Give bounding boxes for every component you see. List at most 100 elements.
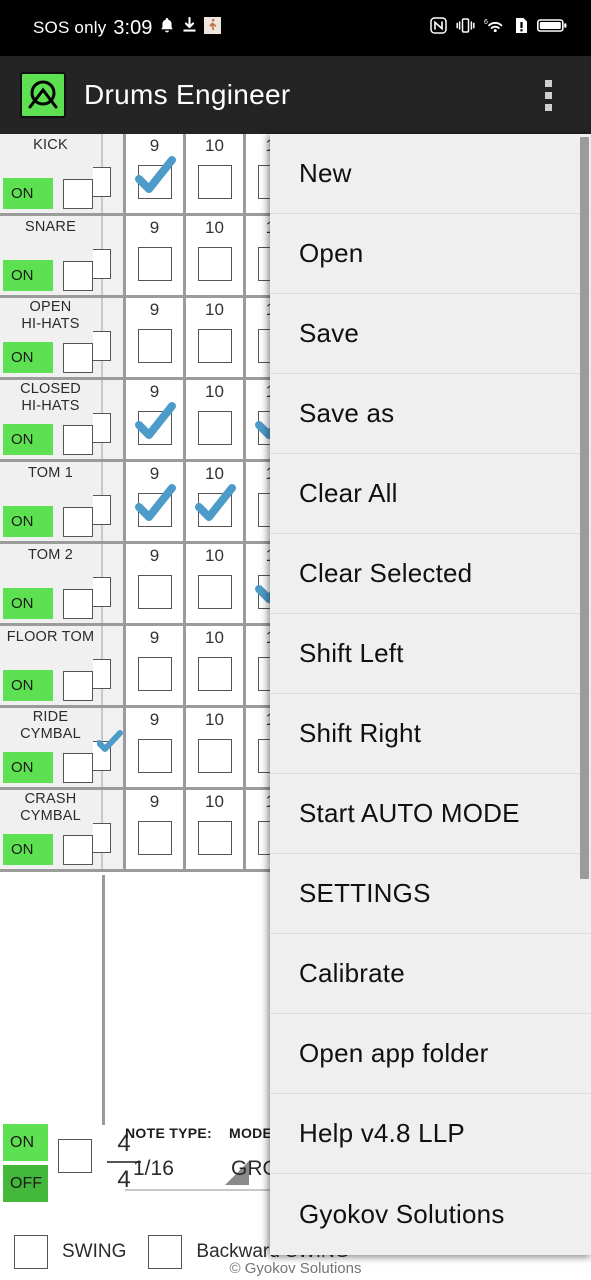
step-cell[interactable]: 9 bbox=[126, 134, 186, 213]
step-cell[interactable]: 10 bbox=[186, 134, 246, 213]
step-cell[interactable]: 10 bbox=[186, 544, 246, 623]
instrument-on-toggle[interactable]: ON bbox=[3, 834, 53, 865]
overflow-menu-icon[interactable] bbox=[535, 74, 561, 116]
step-checkbox[interactable] bbox=[197, 329, 232, 363]
step-checkbox[interactable] bbox=[197, 821, 232, 855]
menu-item-calibrate[interactable]: Calibrate bbox=[270, 934, 591, 1014]
step-cell[interactable]: 10 bbox=[186, 626, 246, 705]
instrument-on-toggle[interactable]: ON bbox=[3, 424, 53, 455]
step-cell-partial[interactable] bbox=[93, 216, 126, 295]
step-checkbox[interactable] bbox=[134, 402, 176, 445]
step-checkbox[interactable] bbox=[194, 484, 236, 527]
step-checkbox-partial[interactable] bbox=[93, 823, 111, 853]
step-checkbox[interactable] bbox=[137, 821, 172, 855]
step-checkbox[interactable] bbox=[137, 739, 172, 773]
step-checkbox[interactable] bbox=[134, 156, 176, 199]
instrument-select-checkbox[interactable] bbox=[63, 342, 93, 373]
step-cell[interactable]: 10 bbox=[186, 380, 246, 459]
step-cell[interactable]: 10 bbox=[186, 216, 246, 295]
instrument-select-checkbox[interactable] bbox=[63, 588, 93, 619]
step-cell[interactable]: 9 bbox=[126, 380, 186, 459]
step-cell-partial[interactable] bbox=[93, 790, 126, 869]
menu-item-clear-all[interactable]: Clear All bbox=[270, 454, 591, 534]
step-cell[interactable]: 9 bbox=[126, 298, 186, 377]
step-cell-partial[interactable] bbox=[93, 134, 126, 213]
menu-item-clear-selected[interactable]: Clear Selected bbox=[270, 534, 591, 614]
step-checkbox-partial[interactable] bbox=[93, 659, 111, 689]
instrument-select-checkbox[interactable] bbox=[63, 424, 93, 455]
step-cell[interactable]: 9 bbox=[126, 708, 186, 787]
step-cell-partial[interactable] bbox=[93, 380, 126, 459]
nfc-icon bbox=[430, 17, 447, 39]
menu-item-save[interactable]: Save bbox=[270, 294, 591, 374]
step-cell[interactable]: 10 bbox=[186, 462, 246, 541]
step-checkbox[interactable] bbox=[197, 657, 232, 691]
instrument-on-toggle[interactable]: ON bbox=[3, 178, 53, 209]
step-cell-partial[interactable] bbox=[93, 708, 126, 787]
step-checkbox-partial[interactable] bbox=[93, 413, 111, 443]
metronome-checkbox[interactable] bbox=[58, 1139, 92, 1173]
instrument-name: RIDE CYMBAL bbox=[20, 709, 81, 742]
step-checkbox[interactable] bbox=[137, 657, 172, 691]
step-cell-partial[interactable] bbox=[93, 298, 126, 377]
step-number: 10 bbox=[205, 546, 224, 565]
instrument-select-checkbox[interactable] bbox=[63, 506, 93, 537]
instrument-on-toggle[interactable]: ON bbox=[3, 670, 53, 701]
menu-item-open-app-folder[interactable]: Open app folder bbox=[270, 1014, 591, 1094]
step-cell[interactable]: 9 bbox=[126, 216, 186, 295]
instrument-select-checkbox[interactable] bbox=[63, 260, 93, 291]
instrument-on-toggle[interactable]: ON bbox=[3, 588, 53, 619]
step-checkbox[interactable] bbox=[197, 165, 232, 199]
menu-item-save-as[interactable]: Save as bbox=[270, 374, 591, 454]
step-cell[interactable]: 9 bbox=[126, 790, 186, 869]
instrument-on-toggle[interactable]: ON bbox=[3, 260, 53, 291]
step-checkbox[interactable] bbox=[197, 575, 232, 609]
instrument-select-checkbox[interactable] bbox=[63, 670, 93, 701]
instrument-name: FLOOR TOM bbox=[6, 629, 95, 645]
overflow-menu-scrollbar[interactable] bbox=[580, 137, 589, 879]
instrument-on-toggle[interactable]: ON bbox=[3, 752, 53, 783]
step-checkbox-partial[interactable] bbox=[93, 249, 111, 279]
notification-bell-icon bbox=[159, 17, 175, 40]
menu-item-settings[interactable]: SETTINGS bbox=[270, 854, 591, 934]
step-cell[interactable]: 9 bbox=[126, 544, 186, 623]
vibrate-icon bbox=[456, 17, 475, 39]
step-checkbox-partial[interactable] bbox=[93, 331, 111, 361]
step-cell-partial[interactable] bbox=[93, 626, 126, 705]
menu-item-shift-right[interactable]: Shift Right bbox=[270, 694, 591, 774]
menu-item-help-v4-8-llp[interactable]: Help v4.8 LLP bbox=[270, 1094, 591, 1174]
master-off-button[interactable]: OFF bbox=[3, 1165, 48, 1202]
menu-item-new[interactable]: New bbox=[270, 134, 591, 214]
step-checkbox[interactable] bbox=[137, 329, 172, 363]
instrument-on-toggle[interactable]: ON bbox=[3, 506, 53, 537]
instrument-select-checkbox[interactable] bbox=[63, 752, 93, 783]
step-cell[interactable]: 10 bbox=[186, 298, 246, 377]
step-checkbox-partial[interactable] bbox=[93, 495, 111, 525]
step-cell-partial[interactable] bbox=[93, 544, 126, 623]
step-number: 10 bbox=[205, 710, 224, 729]
step-checkbox[interactable] bbox=[197, 739, 232, 773]
menu-item-start-auto-mode[interactable]: Start AUTO MODE bbox=[270, 774, 591, 854]
step-checkbox[interactable] bbox=[197, 411, 232, 445]
step-checkbox-partial[interactable] bbox=[93, 577, 111, 607]
step-checkbox-partial[interactable] bbox=[93, 167, 111, 197]
step-checkbox[interactable] bbox=[137, 575, 172, 609]
step-cell[interactable]: 10 bbox=[186, 790, 246, 869]
step-cell[interactable]: 10 bbox=[186, 708, 246, 787]
step-checkbox[interactable] bbox=[197, 247, 232, 281]
step-checkbox[interactable] bbox=[134, 484, 176, 527]
menu-item-open[interactable]: Open bbox=[270, 214, 591, 294]
instrument-select-checkbox[interactable] bbox=[63, 834, 93, 865]
master-on-button[interactable]: ON bbox=[3, 1124, 48, 1161]
menu-item-gyokov-solutions[interactable]: Gyokov Solutions bbox=[270, 1174, 591, 1254]
instrument-label-cell: OPEN HI-HATS ON bbox=[0, 298, 103, 377]
instrument-on-toggle[interactable]: ON bbox=[3, 342, 53, 373]
step-cell[interactable]: 9 bbox=[126, 462, 186, 541]
menu-item-shift-left[interactable]: Shift Left bbox=[270, 614, 591, 694]
step-number: 9 bbox=[149, 464, 160, 483]
step-checkbox[interactable] bbox=[137, 247, 172, 281]
step-cell[interactable]: 9 bbox=[126, 626, 186, 705]
instrument-select-checkbox[interactable] bbox=[63, 178, 93, 209]
instrument-controls: ON bbox=[3, 834, 93, 865]
step-cell-partial[interactable] bbox=[93, 462, 126, 541]
